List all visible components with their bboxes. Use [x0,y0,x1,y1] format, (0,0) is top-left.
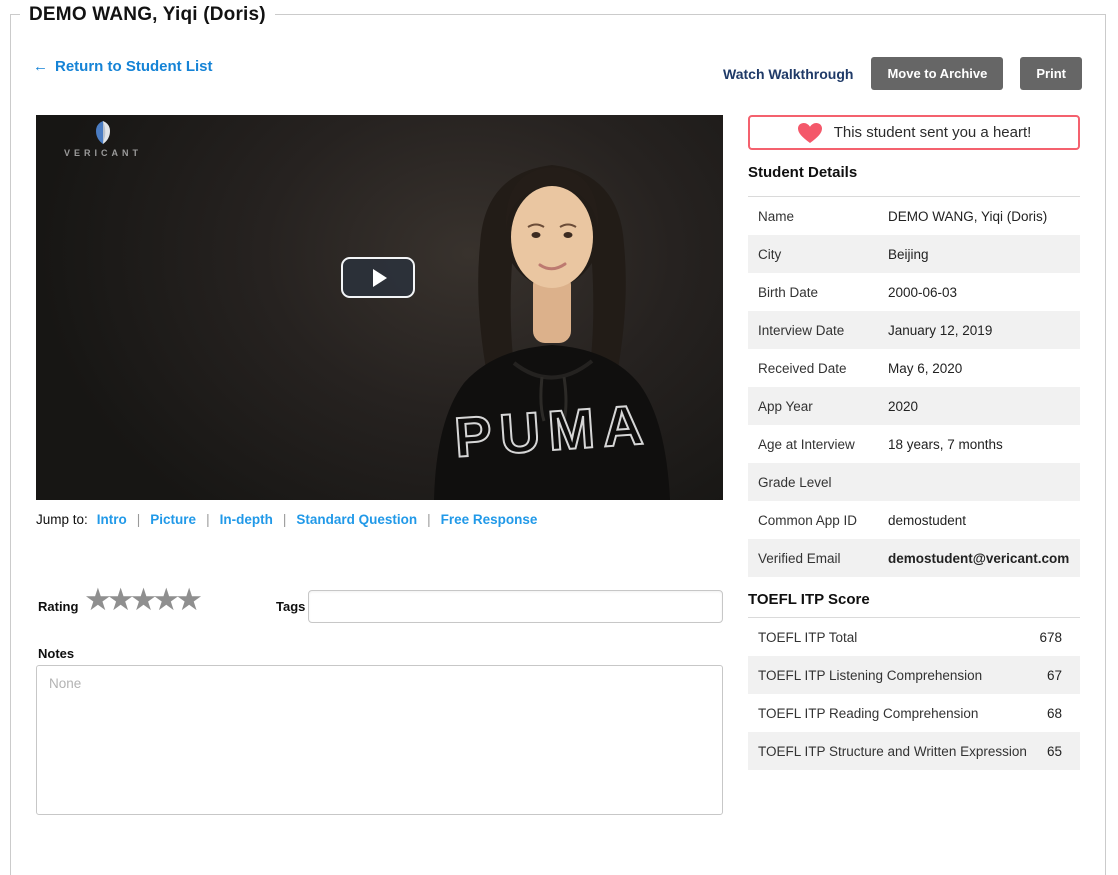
move-to-archive-button[interactable]: Move to Archive [871,57,1004,90]
row-value: May 6, 2020 [888,360,963,376]
row-value: Beijing [888,246,929,262]
tags-label: Tags [276,599,306,614]
row-label: Received Date [758,360,847,376]
table-row: City Beijing [748,235,1080,273]
student-details-table: Name DEMO WANG, Yiqi (Doris) City Beijing … [748,196,1080,577]
verified-email-link[interactable]: demostudent@vericant.com [888,551,1080,566]
play-button[interactable] [341,257,415,298]
row-label: App Year [758,398,813,414]
row-label: Age at Interview [758,436,855,452]
table-row: Name DEMO WANG, Yiqi (Doris) [748,197,1080,235]
row-label: TOEFL ITP Total [758,629,858,645]
row-label: Verified Email [758,550,841,566]
jump-to-nav: Jump to: Intro | Picture | In-depth | St… [36,512,537,527]
row-label: Common App ID [758,512,858,528]
jump-link-standard-question[interactable]: Standard Question [296,512,417,527]
row-label: Grade Level [758,474,832,490]
row-label: Interview Date [758,322,845,338]
row-value: January 12, 2019 [888,322,993,338]
heart-icon [797,122,822,143]
row-value: 65 [1046,743,1062,759]
separator: | [136,512,141,527]
vericant-logo-icon [96,121,110,144]
star-button[interactable]: ★ [107,582,135,617]
table-row: Verified Email demostudent@vericant.com [748,539,1080,577]
separator: | [206,512,210,527]
table-row: Interview Date January 12, 2019 [748,311,1080,349]
table-row: TOEFL ITP Structure and Written Expressi… [748,732,1080,770]
row-label: Name [758,208,795,224]
row-value: demostudent [888,512,967,528]
jump-link-intro[interactable]: Intro [97,512,127,527]
tags-input[interactable] [308,590,723,623]
jump-link-free-response[interactable]: Free Response [441,512,538,527]
row-label: City [758,246,782,262]
return-link-label: Return to Student List [55,58,213,75]
row-value: 68 [1046,705,1062,721]
toefl-score-table: TOEFL ITP Total 678 TOEFL ITP Listening C… [748,617,1080,770]
star-button[interactable]: ★ [130,582,158,617]
jump-link-in-depth[interactable]: In-depth [220,512,273,527]
jump-link-picture[interactable]: Picture [150,512,196,527]
toefl-score-heading: TOEFL ITP Score [748,591,870,608]
row-value: 678 [1039,629,1062,645]
table-row: Age at Interview 18 years, 7 months [748,425,1080,463]
rating-label: Rating [38,599,79,614]
row-value: 18 years, 7 months [888,436,1003,452]
row-value: 67 [1046,667,1062,683]
notes-textarea[interactable] [36,665,723,815]
separator: | [282,512,287,527]
vericant-wordmark: VERICANT [63,148,142,158]
table-row: Common App ID demostudent [748,501,1080,539]
table-row: TOEFL ITP Total 678 [748,618,1080,656]
table-row: TOEFL ITP Listening Comprehension 67 [748,656,1080,694]
rating-stars[interactable]: ★★★★★ [84,582,203,617]
page-title: DEMO WANG, Yiqi (Doris) [20,4,275,26]
row-value: 2020 [888,398,919,414]
row-value: DEMO WANG, Yiqi (Doris) [888,208,1048,224]
table-row: Grade Level [748,463,1080,501]
vericant-logo: VERICANT [48,120,158,158]
student-details-heading: Student Details [748,164,858,181]
table-row: TOEFL ITP Reading Comprehension 68 [748,694,1080,732]
table-row: Received Date May 6, 2020 [748,349,1080,387]
separator: | [427,512,431,527]
return-to-student-list-link[interactable]: ← Return to Student List [33,58,213,75]
watch-walkthrough-link[interactable]: Watch Walkthrough [723,66,853,82]
student-photo-illustration: PUMA [434,165,670,500]
row-label: TOEFL ITP Listening Comprehension [758,667,983,683]
play-icon [373,268,387,287]
table-row: Birth Date 2000-06-03 [748,273,1080,311]
print-button[interactable]: Print [1020,57,1082,90]
jump-to-label: Jump to: [36,512,88,527]
star-button[interactable]: ★ [152,582,180,617]
table-row: App Year 2020 [748,387,1080,425]
interview-video-player[interactable]: PUMA VERICANT [36,115,723,500]
row-value: 2000-06-03 [888,284,958,300]
row-label: TOEFL ITP Structure and Written Expressi… [758,743,1027,759]
heart-banner: This student sent you a heart! [748,115,1080,150]
row-label: Birth Date [758,284,819,300]
heart-banner-text: This student sent you a heart! [833,124,1032,141]
row-label: TOEFL ITP Reading Comprehension [758,705,979,721]
star-button[interactable]: ★ [84,582,112,617]
star-button[interactable]: ★ [175,582,203,617]
back-arrow-icon: ← [33,58,48,75]
header-actions: Watch Walkthrough Move to Archive Print [723,57,1082,90]
notes-label: Notes [38,646,75,661]
